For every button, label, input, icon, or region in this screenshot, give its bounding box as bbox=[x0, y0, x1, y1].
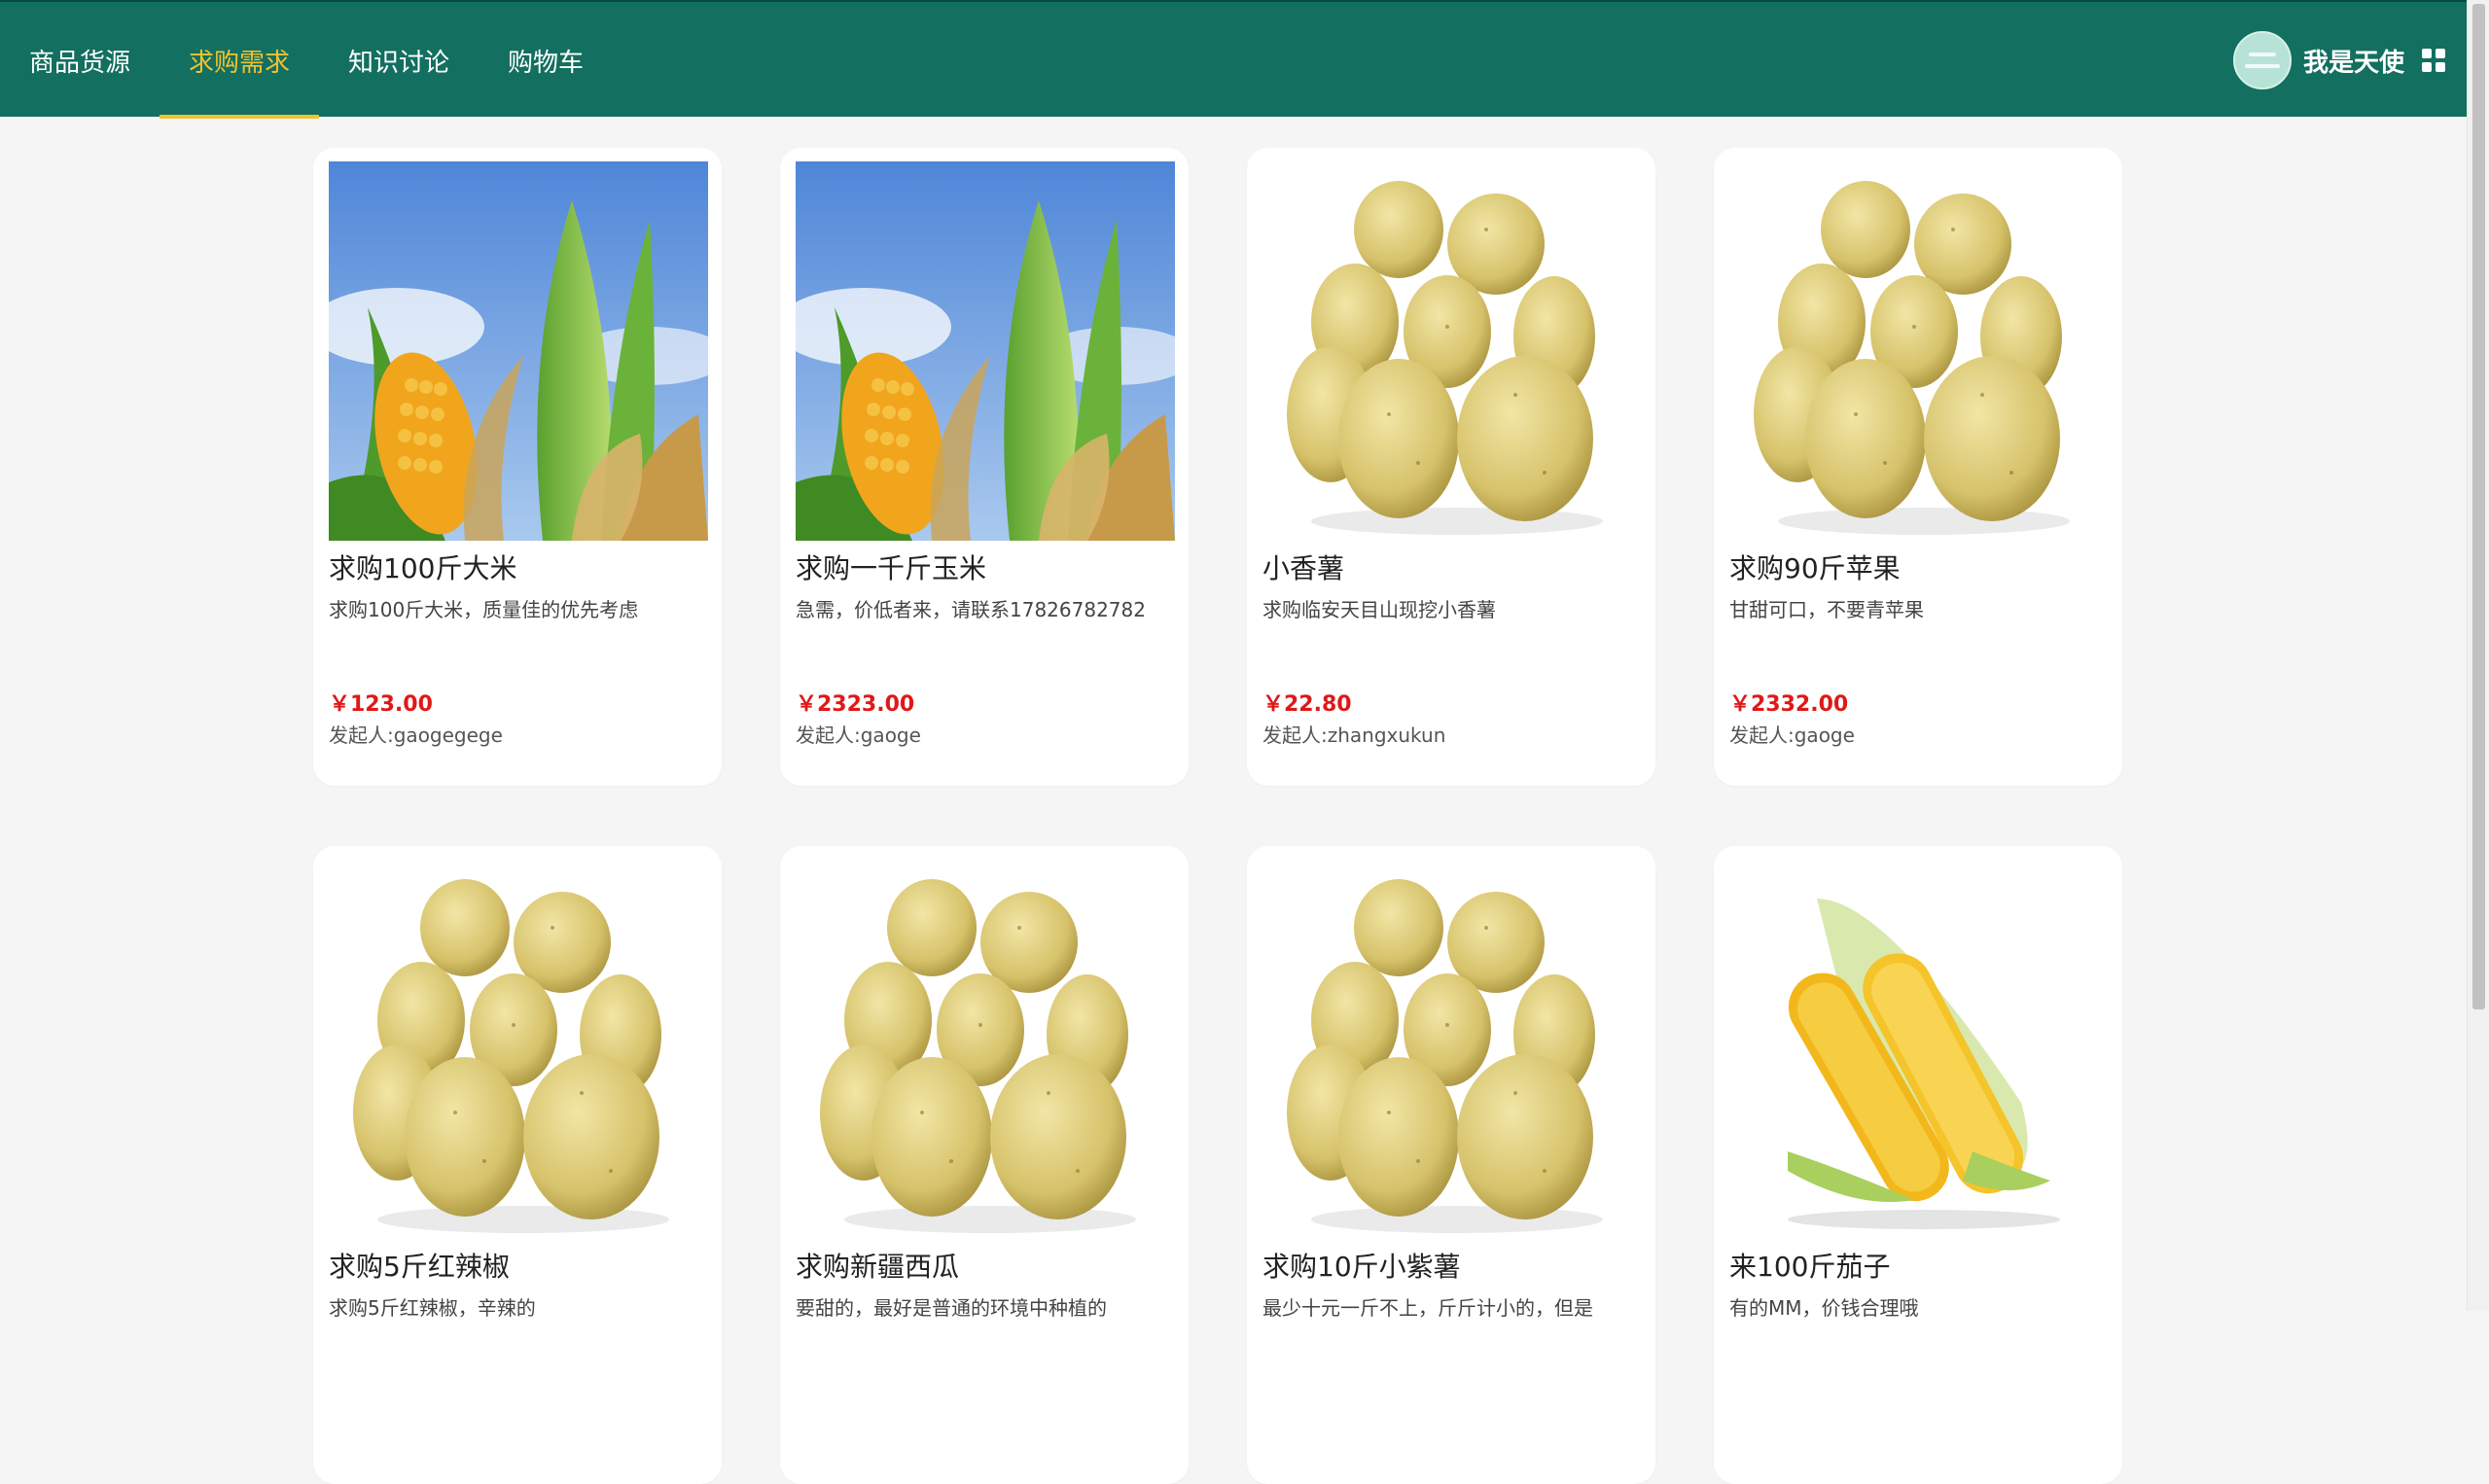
price-text: ￥2323.00 bbox=[796, 692, 915, 717]
demand-card[interactable]: 小香薯求购临安天目山现挖小香薯 ￥22.80 发起人:zhangxukun bbox=[1247, 148, 1655, 786]
scrollbar-thumb[interactable] bbox=[2472, 4, 2485, 1009]
card-description: 有的MM，价钱合理哦 bbox=[1729, 1296, 1919, 1320]
nav-tab-shopping-cart[interactable]: 购物车 bbox=[479, 2, 613, 119]
initiator-text bbox=[796, 1418, 1173, 1449]
avatar-icon bbox=[2234, 33, 2290, 88]
card-description: 求购100斤大米，质量佳的优先考虑 bbox=[329, 598, 639, 621]
card-title[interactable]: 求购10斤小紫薯 bbox=[1262, 1249, 1640, 1286]
corn-cob-icon bbox=[1729, 860, 2109, 1239]
initiator-text: 发起人:gaoge bbox=[796, 724, 921, 747]
product-image[interactable] bbox=[329, 860, 708, 1239]
initiator-text: 发起人:zhangxukun bbox=[1262, 724, 1446, 747]
card-description: 最少十元一斤不上，斤斤计小的，但是 bbox=[1262, 1296, 1593, 1320]
demand-card[interactable]: 求购10斤小紫薯最少十元一斤不上，斤斤计小的，但是 bbox=[1247, 846, 1655, 1484]
card-description: 甘甜可口，不要青苹果 bbox=[1729, 598, 1924, 621]
product-image[interactable] bbox=[1729, 860, 2109, 1239]
product-image[interactable] bbox=[1262, 860, 1642, 1239]
demand-card[interactable]: 求购100斤大米求购100斤大米，质量佳的优先考虑 ￥123.00 发起人:gaog… bbox=[313, 148, 722, 786]
card-description: 求购临安天目山现挖小香薯 bbox=[1262, 598, 1496, 621]
initiator-text: 发起人:gaogegege bbox=[329, 724, 503, 747]
top-navigation-bar: 商品货源 求购需求 知识讨论 购物车 我是天使 bbox=[0, 0, 2467, 119]
nav-tab-goods-supply[interactable]: 商品货源 bbox=[0, 2, 160, 119]
price-text bbox=[1729, 1389, 2107, 1418]
card-title[interactable]: 求购一千斤玉米 bbox=[796, 550, 1173, 587]
initiator-text: 发起人:gaoge bbox=[1729, 724, 1855, 747]
card-title[interactable]: 求购100斤大米 bbox=[329, 550, 706, 587]
demand-card[interactable]: 求购90斤苹果甘甜可口，不要青苹果 ￥2332.00 发起人:gaoge bbox=[1714, 148, 2122, 786]
corn-field-icon bbox=[796, 161, 1175, 541]
product-image[interactable] bbox=[1262, 161, 1642, 541]
nav-tab-knowledge-discussion[interactable]: 知识讨论 bbox=[319, 2, 479, 119]
apps-grid-icon[interactable] bbox=[2422, 49, 2445, 72]
initiator-text bbox=[1729, 1418, 2107, 1449]
price-text bbox=[796, 1389, 1173, 1418]
product-image[interactable] bbox=[1729, 161, 2109, 541]
user-menu[interactable]: 我是天使 bbox=[2232, 2, 2445, 119]
card-description: 要甜的，最好是普通的环境中种植的 bbox=[796, 1296, 1107, 1320]
price-text bbox=[329, 1389, 706, 1418]
card-title[interactable]: 小香薯 bbox=[1262, 550, 1640, 587]
potato-icon bbox=[1729, 161, 2109, 541]
demand-card[interactable]: 来100斤茄子有的MM，价钱合理哦 bbox=[1714, 846, 2122, 1484]
card-title[interactable]: 求购90斤苹果 bbox=[1729, 550, 2107, 587]
card-description: 求购5斤红辣椒，辛辣的 bbox=[329, 1296, 536, 1320]
demand-card[interactable]: 求购新疆西瓜要甜的，最好是普通的环境中种植的 bbox=[780, 846, 1189, 1484]
price-text: ￥22.80 bbox=[1262, 692, 1352, 717]
card-title[interactable]: 来100斤茄子 bbox=[1729, 1249, 2107, 1286]
corn-field-icon bbox=[329, 161, 708, 541]
initiator-text bbox=[329, 1418, 706, 1449]
initiator-text bbox=[1262, 1418, 1640, 1449]
potato-icon bbox=[329, 860, 708, 1239]
potato-icon bbox=[796, 860, 1175, 1239]
username[interactable]: 我是天使 bbox=[2303, 43, 2404, 79]
page-scrollbar[interactable] bbox=[2467, 0, 2489, 1311]
card-description: 急需，价低者来，请联系17826782782 bbox=[796, 598, 1146, 621]
product-image[interactable] bbox=[329, 161, 708, 541]
card-title[interactable]: 求购5斤红辣椒 bbox=[329, 1249, 706, 1286]
card-title[interactable]: 求购新疆西瓜 bbox=[796, 1249, 1173, 1286]
price-text: ￥123.00 bbox=[329, 692, 433, 717]
price-text: ￥2332.00 bbox=[1729, 692, 1849, 717]
main-nav: 商品货源 求购需求 知识讨论 购物车 bbox=[0, 2, 613, 119]
price-text bbox=[1262, 1389, 1640, 1418]
demand-card[interactable]: 求购5斤红辣椒求购5斤红辣椒，辛辣的 bbox=[313, 846, 722, 1484]
avatar[interactable] bbox=[2232, 31, 2292, 89]
product-image[interactable] bbox=[796, 161, 1175, 541]
nav-tab-purchase-demand[interactable]: 求购需求 bbox=[160, 2, 320, 119]
potato-icon bbox=[1262, 860, 1642, 1239]
demand-card[interactable]: 求购一千斤玉米急需，价低者来，请联系17826782782 ￥2323.00 发起人… bbox=[780, 148, 1189, 786]
product-image[interactable] bbox=[796, 860, 1175, 1239]
potato-icon bbox=[1262, 161, 1642, 541]
demand-card-grid: 求购100斤大米求购100斤大米，质量佳的优先考虑 ￥123.00 发起人:gaog… bbox=[313, 148, 2122, 1484]
